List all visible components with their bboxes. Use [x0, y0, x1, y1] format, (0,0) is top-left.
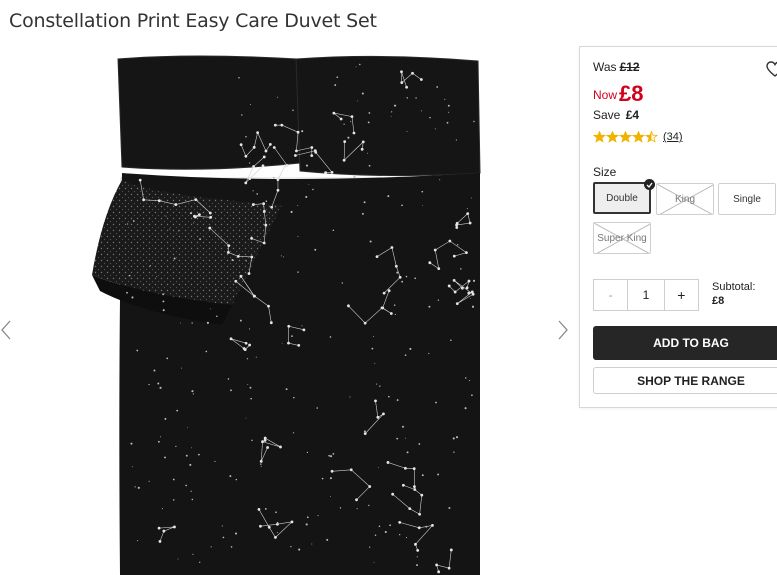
gallery-next-button[interactable]	[556, 318, 570, 342]
subtotal-value: £8	[712, 295, 725, 307]
was-label: Was	[593, 60, 617, 74]
save-amount: Save £4	[593, 108, 639, 122]
heart-icon	[766, 61, 777, 77]
wishlist-button[interactable]	[766, 61, 777, 82]
size-option-label: King	[674, 193, 695, 205]
product-image[interactable]	[82, 55, 482, 575]
size-option-label: Super King	[597, 232, 647, 244]
review-count-link[interactable]: (34)	[663, 131, 683, 143]
quantity-increase-button[interactable]: +	[665, 280, 698, 310]
star-icon	[645, 131, 658, 143]
chevron-right-icon	[558, 320, 568, 340]
was-price: Was £12	[593, 60, 640, 74]
product-title: Constellation Print Easy Care Duvet Set	[9, 10, 377, 32]
save-amount-value: £4	[625, 108, 640, 122]
add-to-bag-button[interactable]: ADD TO BAG	[593, 326, 777, 360]
now-price-value: £8	[619, 81, 644, 106]
selected-check-icon	[644, 179, 655, 190]
subtotal-label: Subtotal:	[712, 281, 756, 293]
size-label: Size	[593, 165, 617, 179]
subtotal: Subtotal: £8	[712, 280, 755, 308]
purchase-panel: Was £12 Now£8 Save £4 (34) Size Double Ki…	[579, 46, 777, 408]
now-label: Now	[593, 88, 618, 102]
star-icon	[619, 131, 632, 143]
rating-stars	[593, 131, 658, 143]
size-option-single[interactable]: Single	[718, 183, 776, 215]
was-price-value: £12	[619, 60, 640, 74]
save-label: Save	[593, 108, 621, 122]
quantity-input[interactable]: 1	[627, 280, 665, 310]
quantity-decrease-button[interactable]: -	[594, 280, 627, 310]
size-option-label: Single	[733, 193, 761, 205]
gallery-prev-button[interactable]	[0, 318, 14, 342]
star-icon	[606, 131, 619, 143]
size-option-super-king[interactable]: Super King	[593, 222, 651, 254]
star-icon	[593, 131, 606, 143]
size-option-king[interactable]: King	[656, 183, 714, 215]
size-option-double[interactable]: Double	[593, 182, 651, 214]
now-price: Now£8	[593, 81, 644, 107]
star-icon	[632, 131, 645, 143]
rating[interactable]: (34)	[593, 131, 683, 143]
chevron-left-icon	[1, 320, 11, 340]
size-option-label: Double	[606, 192, 638, 204]
shop-the-range-button[interactable]: SHOP THE RANGE	[593, 367, 777, 394]
quantity-stepper: - 1 +	[593, 279, 699, 311]
